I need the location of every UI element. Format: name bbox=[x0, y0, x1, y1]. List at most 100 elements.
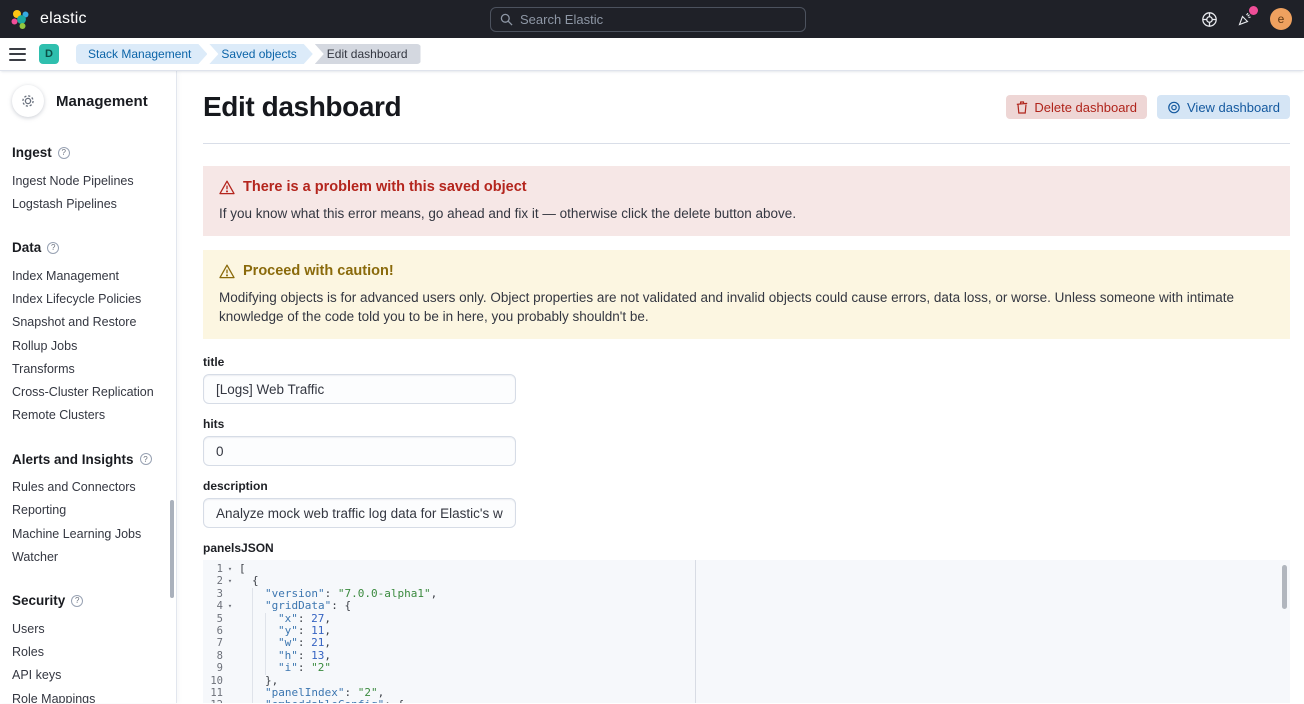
panels-json-label: panelsJSON bbox=[203, 541, 1290, 555]
callout-danger: There is a problem with this saved objec… bbox=[203, 166, 1290, 236]
sidebar-item[interactable]: Remote Clusters bbox=[12, 404, 164, 427]
breadcrumb-item[interactable]: Saved objects bbox=[209, 44, 312, 64]
fold-toggle-icon bbox=[223, 588, 237, 600]
trash-icon bbox=[1016, 101, 1028, 114]
line-number: 4 bbox=[203, 600, 223, 612]
sidebar-item[interactable]: Cross-Cluster Replication bbox=[12, 380, 164, 403]
sidebar-item[interactable]: Logstash Pipelines bbox=[12, 192, 164, 215]
brand-text: elastic bbox=[40, 10, 87, 28]
sidebar-item[interactable]: Users bbox=[12, 617, 164, 640]
sidebar-section: Security? UsersRolesAPI keysRole Mappings bbox=[12, 593, 164, 703]
sidebar-item[interactable]: Reporting bbox=[12, 499, 164, 522]
sidebar-section-title: Data bbox=[12, 240, 41, 255]
line-number: 11 bbox=[203, 687, 223, 699]
sidebar-item[interactable]: Roles bbox=[12, 641, 164, 664]
line-number: 5 bbox=[203, 613, 223, 625]
breadcrumb: Stack ManagementSaved objectsEdit dashbo… bbox=[74, 44, 421, 64]
breadcrumb-item: Edit dashboard bbox=[315, 44, 421, 64]
editor-line: 8"h": 13, bbox=[203, 650, 1290, 662]
warning-icon bbox=[219, 180, 235, 195]
breadcrumb-bar: D Stack ManagementSaved objectsEdit dash… bbox=[0, 38, 1304, 71]
description-input[interactable] bbox=[203, 498, 516, 528]
sidebar-scrollbar[interactable] bbox=[170, 500, 174, 598]
code-text: "i": "2" bbox=[237, 662, 331, 674]
sidebar-section-heading: Security? bbox=[12, 593, 164, 608]
section-help-icon[interactable]: ? bbox=[140, 453, 152, 465]
callout-body: If you know what this error means, go ah… bbox=[219, 204, 1274, 223]
newsfeed-button[interactable] bbox=[1234, 8, 1256, 30]
code-text: { bbox=[237, 575, 259, 587]
section-help-icon[interactable]: ? bbox=[47, 242, 59, 254]
search-icon bbox=[500, 13, 513, 26]
search-input[interactable] bbox=[520, 12, 796, 27]
editor-line: 4▾"gridData": { bbox=[203, 600, 1290, 612]
callout-body: Modifying objects is for advanced users … bbox=[219, 288, 1274, 326]
menu-button[interactable] bbox=[9, 48, 26, 61]
space-avatar[interactable]: D bbox=[39, 44, 59, 64]
divider bbox=[203, 143, 1290, 144]
sidebar-item[interactable]: Index Lifecycle Policies bbox=[12, 288, 164, 311]
breadcrumb-item[interactable]: Stack Management bbox=[76, 44, 207, 64]
fold-toggle-icon bbox=[223, 662, 237, 674]
form-field: description bbox=[203, 479, 1290, 528]
sidebar-item[interactable]: Rollup Jobs bbox=[12, 334, 164, 357]
line-number: 2 bbox=[203, 575, 223, 587]
sidebar-section-title: Alerts and Insights bbox=[12, 452, 134, 467]
editor-line: 12▾"embeddableConfig": { bbox=[203, 699, 1290, 703]
code-text: "gridData": { bbox=[237, 600, 351, 612]
fold-toggle-icon bbox=[223, 613, 237, 625]
user-avatar[interactable]: e bbox=[1270, 8, 1292, 30]
sidebar-item[interactable]: Index Management bbox=[12, 264, 164, 287]
fold-toggle-icon bbox=[223, 637, 237, 649]
sidebar-item[interactable]: API keys bbox=[12, 664, 164, 687]
top-header: elastic bbox=[0, 0, 1304, 38]
sidebar-item[interactable]: Watcher bbox=[12, 545, 164, 568]
main-content: Edit dashboard Delete dashboard bbox=[177, 71, 1304, 703]
sidebar-item[interactable]: Snapshot and Restore bbox=[12, 311, 164, 334]
title-input[interactable] bbox=[203, 374, 516, 404]
fold-toggle-icon bbox=[223, 687, 237, 699]
editor-line: 3"version": "7.0.0-alpha1", bbox=[203, 588, 1290, 600]
hits-input[interactable] bbox=[203, 436, 516, 466]
view-dashboard-label: View dashboard bbox=[1187, 100, 1280, 115]
form-fields: titlehitsdescription bbox=[203, 355, 1290, 528]
code-text: "embeddableConfig": { bbox=[237, 699, 404, 703]
sidebar-item[interactable]: Rules and Connectors bbox=[12, 476, 164, 499]
fold-toggle-icon[interactable]: ▾ bbox=[223, 563, 237, 575]
editor-line: 6"y": 11, bbox=[203, 625, 1290, 637]
eye-icon bbox=[1167, 101, 1181, 114]
editor-line: 9"i": "2" bbox=[203, 662, 1290, 674]
sidebar-item[interactable]: Role Mappings bbox=[12, 687, 164, 703]
sidebar-section-heading: Data? bbox=[12, 240, 164, 255]
fold-toggle-icon[interactable]: ▾ bbox=[223, 575, 237, 587]
sidebar-item[interactable]: Machine Learning Jobs bbox=[12, 522, 164, 545]
sidebar-section: Ingest?Ingest Node PipelinesLogstash Pip… bbox=[12, 145, 164, 215]
panels-json-section: panelsJSON 1▾[2▾{3"version": "7.0.0-alph… bbox=[203, 541, 1290, 703]
help-icon bbox=[1201, 11, 1218, 28]
line-number: 1 bbox=[203, 563, 223, 575]
line-number: 3 bbox=[203, 588, 223, 600]
view-dashboard-button[interactable]: View dashboard bbox=[1157, 95, 1290, 119]
line-number: 12 bbox=[203, 699, 223, 703]
json-editor[interactable]: 1▾[2▾{3"version": "7.0.0-alpha1",4▾"grid… bbox=[203, 560, 1290, 703]
sidebar-section-heading: Alerts and Insights? bbox=[12, 452, 164, 467]
editor-line: 5"x": 27, bbox=[203, 613, 1290, 625]
sidebar-item[interactable]: Transforms bbox=[12, 357, 164, 380]
editor-scrollbar[interactable] bbox=[1282, 565, 1287, 609]
fold-toggle-icon[interactable]: ▾ bbox=[223, 600, 237, 612]
elastic-logo-icon bbox=[10, 9, 31, 30]
fold-toggle-icon bbox=[223, 625, 237, 637]
form-field: title bbox=[203, 355, 1290, 404]
section-help-icon[interactable]: ? bbox=[71, 595, 83, 607]
callout-title-text: Proceed with caution! bbox=[243, 263, 394, 279]
sidebar-item[interactable]: Ingest Node Pipelines bbox=[12, 169, 164, 192]
delete-dashboard-button[interactable]: Delete dashboard bbox=[1006, 95, 1147, 119]
global-search[interactable] bbox=[490, 7, 806, 32]
help-button[interactable] bbox=[1198, 8, 1220, 30]
sidebar-section: Data? Index ManagementIndex Lifecycle Pol… bbox=[12, 240, 164, 426]
title-label: title bbox=[203, 355, 1290, 369]
section-help-icon[interactable]: ? bbox=[58, 147, 70, 159]
fold-toggle-icon[interactable]: ▾ bbox=[223, 699, 237, 703]
line-number: 10 bbox=[203, 675, 223, 687]
gear-icon bbox=[12, 85, 44, 117]
